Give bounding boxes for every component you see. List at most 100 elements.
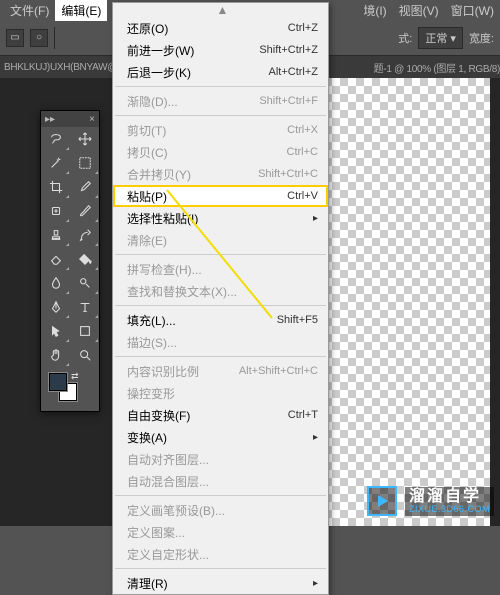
tool-shape[interactable] [70,319,99,343]
menu-item-shortcut: Alt+Ctrl+Z [268,66,318,78]
menu-item-label: 拼写检查(H)... [127,261,318,278]
mode-select[interactable]: 正常 ▾ [418,27,463,49]
submenu-arrow-icon: ▸ [313,432,318,443]
menu-item-label: 定义画笔预设(B)... [127,502,318,519]
menu-item: 拼写检查(H)... [113,258,328,280]
menu-separator [115,495,326,496]
menu-item[interactable]: 后退一步(K)Alt+Ctrl+Z [113,61,328,83]
menu-item: 查找和替换文本(X)... [113,280,328,302]
foreground-color-swatch[interactable] [49,373,67,391]
tool-stamp[interactable] [41,223,70,247]
menu-item-shortcut: Ctrl+C [287,146,318,158]
tool-type[interactable] [70,295,99,319]
submenu-arrow-icon: ▸ [313,213,318,224]
menu-item-label: 填充(L)... [127,312,277,329]
tools-close-icon[interactable]: × [89,114,95,125]
menu-item-shortcut: Alt+Shift+Ctrl+C [239,365,318,377]
tool-pen[interactable] [41,295,70,319]
menu-item-label: 剪切(T) [127,122,287,139]
selection-mode-icon[interactable]: ○ [30,29,48,47]
tools-collapse-icon[interactable]: ▸▸ [45,114,55,125]
menu-item-shortcut: Ctrl+Z [288,22,318,34]
menu-item-label: 描边(S)... [127,334,318,351]
menu-hidden-2[interactable]: 视图(V) [393,0,445,21]
tool-eyedropper[interactable] [70,175,99,199]
menu-separator [115,254,326,255]
menu-item-label: 粘贴(P) [127,188,287,205]
menu-item: 自动对齐图层... [113,448,328,470]
menu-item[interactable]: 清理(R)▸ [113,572,328,594]
menu-top-handle[interactable]: ▲ [113,3,328,17]
menu-item: 描边(S)... [113,331,328,353]
menu-item-label: 自动混合图层... [127,473,318,490]
menu-item-label: 前进一步(W) [127,42,259,59]
tool-dodge[interactable] [70,271,99,295]
menu-item: 剪切(T)Ctrl+X [113,119,328,141]
menu-item-label: 定义自定形状... [127,546,318,563]
menu-item-label: 渐隐(D)... [127,93,259,110]
menu-item-shortcut: Shift+F5 [277,314,318,326]
tool-eraser[interactable] [41,247,70,271]
menu-item-shortcut: Ctrl+T [288,409,318,421]
tool-heal[interactable] [41,199,70,223]
menu-item-shortcut: Ctrl+X [287,124,318,136]
menu-hidden-1[interactable]: 境(I) [357,0,392,21]
menu-separator [115,568,326,569]
tool-lasso[interactable] [41,127,70,151]
watermark-cn: 溜溜自学 [409,489,481,505]
menu-item[interactable]: 变换(A)▸ [113,426,328,448]
menu-item-label: 查找和替换文本(X)... [127,283,318,300]
menu-item-label: 清理(R) [127,575,313,592]
swap-colors-icon[interactable]: ⇄ [71,371,79,382]
submenu-arrow-icon: ▸ [313,578,318,589]
tool-brush[interactable] [70,199,99,223]
menu-item-label: 内容识别比例 [127,363,239,380]
menu-file[interactable]: 文件(F) [4,0,55,21]
menu-item-label: 变换(A) [127,429,313,446]
tool-preset-icon[interactable]: ▭ [6,29,24,47]
menu-item: 合并拷贝(Y)Shift+Ctrl+C [113,163,328,185]
tab-right[interactable]: 题-1 @ 100% (图层 1, RGB/8) [374,60,500,75]
menu-item: 拷贝(C)Ctrl+C [113,141,328,163]
menu-item: 内容识别比例Alt+Shift+Ctrl+C [113,360,328,382]
menu-item: 定义画笔预设(B)... [113,499,328,521]
tool-move[interactable] [70,127,99,151]
tool-history-brush[interactable] [70,223,99,247]
menu-item: 定义图案... [113,521,328,543]
menu-item: 自动混合图层... [113,470,328,492]
tool-marquee[interactable] [70,151,99,175]
tool-crop[interactable] [41,175,70,199]
tool-blur[interactable] [41,271,70,295]
menu-edit[interactable]: 编辑(E) [55,0,107,21]
menu-item-label: 还原(O) [127,20,288,37]
tool-path-select[interactable] [41,319,70,343]
menu-item[interactable]: 自由变换(F)Ctrl+T [113,404,328,426]
menu-item-label: 清除(E) [127,232,318,249]
menu-hidden-3[interactable]: 窗口(W) [445,0,500,21]
color-swatches[interactable]: ⇄ [41,367,99,411]
tool-bucket[interactable] [70,247,99,271]
menu-item-label: 定义图案... [127,524,318,541]
play-icon [367,486,397,516]
menu-separator [115,86,326,87]
tool-zoom[interactable] [70,343,99,367]
mode-label: 式: [398,30,412,46]
menu-item-shortcut: Ctrl+V [287,190,318,202]
menu-item[interactable]: 前进一步(W)Shift+Ctrl+Z [113,39,328,61]
edit-dropdown-menu: ▲ 还原(O)Ctrl+Z前进一步(W)Shift+Ctrl+Z后退一步(K)A… [112,2,329,595]
menu-separator [115,305,326,306]
menu-item[interactable]: 填充(L)...Shift+F5 [113,309,328,331]
menu-item: 操控变形 [113,382,328,404]
tool-wand[interactable] [41,151,70,175]
tools-panel-header[interactable]: ▸▸ × [41,111,99,127]
menu-item[interactable]: 粘贴(P)Ctrl+V [113,185,328,207]
menu-item-label: 后退一步(K) [127,64,268,81]
menu-item-label: 选择性粘贴(I) [127,210,313,227]
width-label: 宽度: [469,30,494,46]
watermark: 溜溜自学 ZIXUE.3D66.COM [367,486,494,516]
menu-item[interactable]: 选择性粘贴(I)▸ [113,207,328,229]
menu-item[interactable]: 还原(O)Ctrl+Z [113,17,328,39]
tab-left[interactable]: BHKLKUJ)UXH(BNYAW@*[~_VD4... [4,62,114,73]
menu-item-shortcut: Shift+Ctrl+F [259,95,318,107]
tool-hand[interactable] [41,343,70,367]
